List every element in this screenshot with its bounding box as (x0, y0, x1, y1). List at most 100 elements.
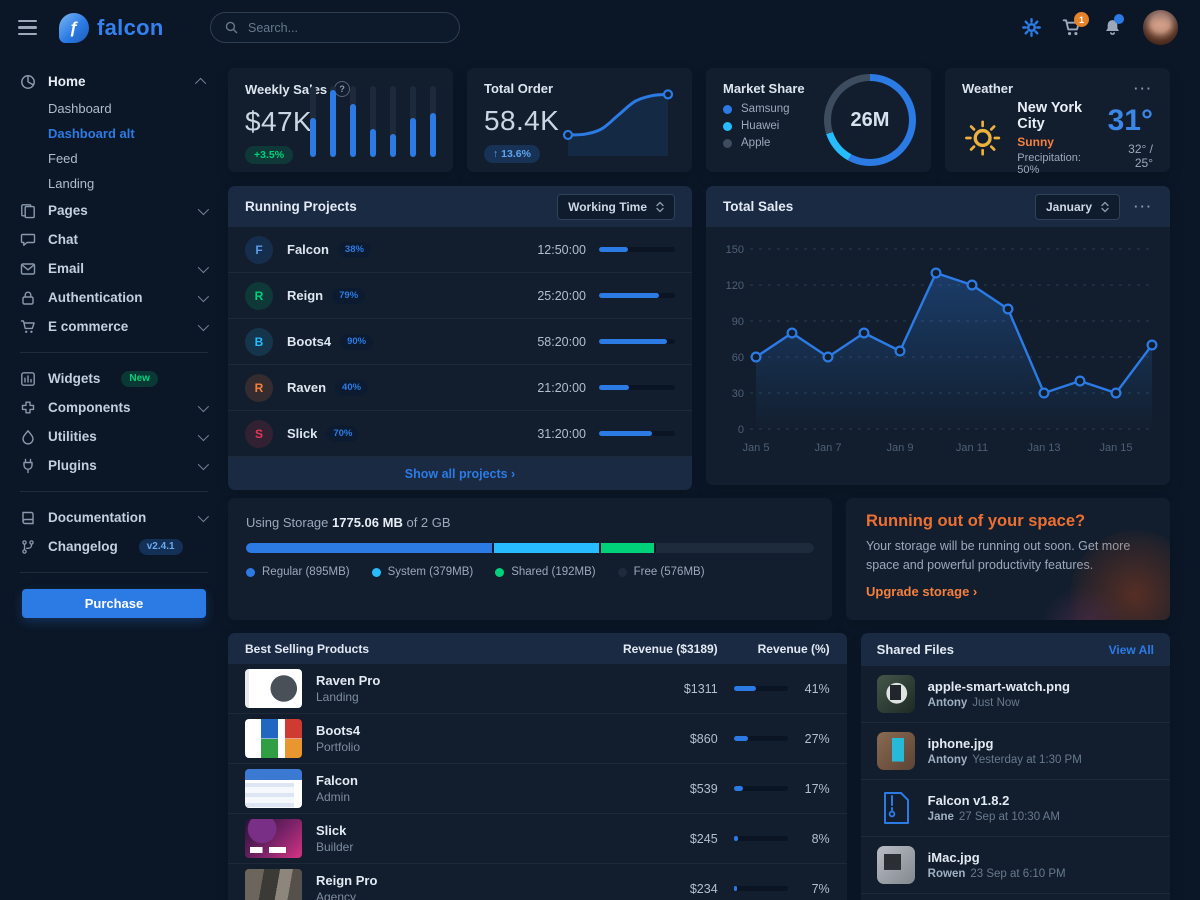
product-name[interactable]: Slick (316, 823, 353, 838)
sidebar-item-email[interactable]: Email (0, 254, 228, 283)
chevron-down-icon (198, 429, 209, 440)
total-sales-title: Total Sales (723, 199, 793, 214)
sidebar-item-authentication[interactable]: Authentication (0, 283, 228, 312)
book-icon (20, 510, 36, 526)
project-row: B Boots4 90% 58:20:00 (228, 319, 692, 365)
upgrade-storage-link[interactable]: Upgrade storage › (866, 584, 977, 599)
plug-icon (20, 458, 36, 474)
weather-city: New York City (1017, 100, 1093, 132)
file-name[interactable]: apple-smart-watch.png (928, 679, 1070, 694)
storage-segment-free (656, 543, 814, 553)
show-all-projects-link[interactable]: Show all projects › (228, 457, 692, 490)
lock-icon (20, 290, 36, 306)
sidebar-item-landing[interactable]: Landing (0, 171, 228, 196)
sidebar-item-dashboard[interactable]: Dashboard (0, 96, 228, 121)
user-avatar[interactable] (1143, 10, 1178, 45)
falcon-logo[interactable]: ƒ falcon (59, 13, 164, 43)
sidebar-item-dashboard-alt[interactable]: Dashboard alt (0, 121, 228, 146)
best-selling-title: Best Selling Products (245, 642, 369, 656)
product-category[interactable]: Portfolio (316, 740, 360, 754)
space-card-title: Running out of your space? (866, 512, 1150, 531)
sidebar-item-documentation[interactable]: Documentation (0, 503, 228, 532)
settings-gear-icon[interactable] (1022, 18, 1041, 37)
view-all-link[interactable]: View All (1109, 643, 1154, 657)
sidebar-item-widgets[interactable]: Widgets New (0, 364, 228, 393)
sidebar-item-home[interactable]: Home (0, 67, 228, 96)
svg-text:90: 90 (732, 316, 744, 328)
total-sales-card: Total Sales January ··· 0306090120150Jan… (706, 186, 1170, 485)
sidebar-item-components[interactable]: Components (0, 393, 228, 422)
file-name[interactable]: iphone.jpg (928, 736, 1082, 751)
running-projects-title: Running Projects (245, 199, 357, 214)
file-author: Jane (928, 811, 954, 823)
projects-sales-row: Running Projects Working Time F Falcon 3… (228, 186, 1170, 485)
storage-card: Using Storage 1775.06 MB of 2 GB Regular… (228, 498, 832, 620)
product-thumbnail-falcon[interactable] (245, 769, 302, 808)
file-author: Antony (928, 697, 968, 709)
file-thumbnail-iphone[interactable] (877, 732, 915, 770)
envelope-icon (20, 261, 36, 277)
product-revenue: $245 (638, 832, 718, 846)
project-name[interactable]: Raven (287, 380, 326, 395)
chevron-down-icon (198, 261, 209, 272)
weather-card: Weather ··· New York City Sunny Precipit… (945, 68, 1170, 172)
sidebar-item-changelog[interactable]: Changelog v2.4.1 (0, 532, 228, 561)
search-box[interactable] (210, 12, 460, 43)
project-percent-badge: 38% (338, 242, 371, 258)
purchase-button[interactable]: Purchase (22, 589, 206, 618)
project-name[interactable]: Slick (287, 426, 317, 441)
product-row: Raven Pro Landing $1311 41% (228, 664, 847, 714)
file-thumbnail-zip[interactable] (877, 789, 915, 827)
weather-menu-icon[interactable]: ··· (1134, 81, 1153, 96)
product-name[interactable]: Reign Pro (316, 873, 377, 888)
project-name[interactable]: Falcon (287, 242, 329, 257)
revenue-column-header: Revenue ($3189) (623, 642, 718, 656)
sidebar-item-plugins[interactable]: Plugins (0, 451, 228, 480)
product-name[interactable]: Falcon (316, 773, 358, 788)
svg-text:30: 30 (732, 388, 744, 400)
product-category[interactable]: Agency (316, 890, 377, 900)
product-thumbnail-reign-pro[interactable] (245, 869, 302, 900)
falcon-logo-text: falcon (97, 15, 164, 41)
total-sales-menu-icon[interactable]: ··· (1134, 199, 1153, 214)
search-icon (225, 21, 238, 34)
file-name[interactable]: Falcon v1.8.2 (928, 793, 1060, 808)
weather-range: 32° / 25° (1108, 142, 1153, 170)
project-name[interactable]: Boots4 (287, 334, 331, 349)
product-category[interactable]: Admin (316, 790, 358, 804)
product-category[interactable]: Landing (316, 690, 380, 704)
product-percent: 41% (788, 682, 830, 696)
space-card-body: Your storage will be running out soon. G… (866, 537, 1150, 575)
menu-toggle-icon[interactable] (18, 20, 37, 35)
sidebar-item-pages[interactable]: Pages (0, 196, 228, 225)
sidebar-item-ecommerce[interactable]: E commerce (0, 312, 228, 341)
storage-legend: Regular (895MB) System (379MB) Shared (1… (246, 566, 814, 578)
search-input[interactable] (246, 20, 445, 36)
notification-dot (1114, 14, 1124, 24)
file-thumbnail-imac[interactable] (877, 846, 915, 884)
sidebar-item-chat[interactable]: Chat (0, 225, 228, 254)
product-thumbnail-boots4[interactable] (245, 719, 302, 758)
project-name[interactable]: Reign (287, 288, 323, 303)
project-percent-badge: 40% (335, 380, 368, 396)
product-name[interactable]: Boots4 (316, 723, 360, 738)
file-author: Antony (928, 754, 968, 766)
file-name[interactable]: iMac.jpg (928, 850, 1066, 865)
svg-text:Jan 15: Jan 15 (1099, 442, 1132, 454)
month-select[interactable]: January (1035, 194, 1120, 220)
project-progress-bar (599, 385, 675, 390)
product-name[interactable]: Raven Pro (316, 673, 380, 688)
working-time-select[interactable]: Working Time (557, 194, 675, 220)
legend-dot (723, 139, 732, 148)
product-thumbnail-raven-pro[interactable] (245, 669, 302, 708)
sidebar-item-feed[interactable]: Feed (0, 146, 228, 171)
product-thumbnail-slick[interactable] (245, 819, 302, 858)
file-thumbnail-apple-smart-watch[interactable] (877, 675, 915, 713)
navbar-right: 1 (1022, 10, 1200, 45)
product-category[interactable]: Builder (316, 840, 353, 854)
notifications-bell-icon[interactable] (1103, 18, 1122, 38)
project-percent-badge: 90% (340, 334, 373, 350)
select-arrows-icon (656, 201, 664, 213)
cart-icon[interactable]: 1 (1062, 18, 1082, 37)
sidebar-item-utilities[interactable]: Utilities (0, 422, 228, 451)
